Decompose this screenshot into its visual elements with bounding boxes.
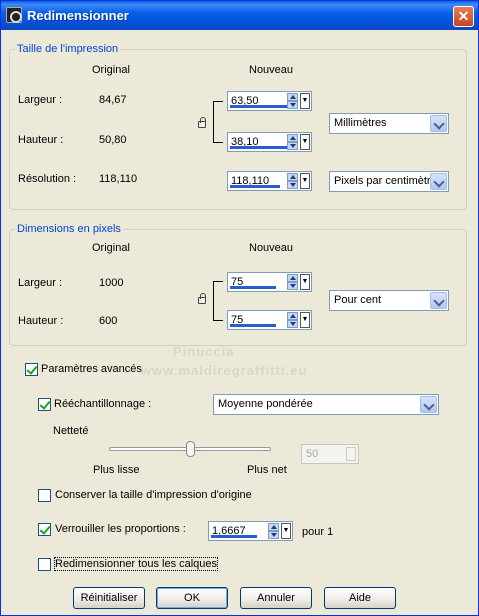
print-width-original: 84,67 (99, 94, 127, 106)
sharpness-slider-thumb[interactable] (185, 441, 195, 457)
ok-button[interactable]: OK (156, 587, 228, 609)
print-width-spinner[interactable]: 63,50 ▼ (227, 91, 312, 111)
lock-ratio-checkbox[interactable] (38, 523, 51, 536)
chevron-down-icon[interactable]: ▼ (300, 312, 310, 328)
print-link-bracket (213, 101, 223, 143)
resize-dialog: Redimensionner ✕ Taille de l'impression … (0, 0, 479, 616)
print-height-label: Hauteur : (18, 134, 64, 146)
watermark-line2: www.maldiregraffitti.eu (141, 363, 308, 378)
reset-button[interactable]: Réinitialiser (73, 587, 145, 609)
spinner-arrows-icon[interactable] (287, 134, 298, 150)
chevron-down-icon[interactable]: ▼ (300, 173, 310, 189)
print-height-spinner[interactable]: 38,10 ▼ (227, 132, 312, 152)
chevron-down-icon[interactable]: ▼ (281, 523, 291, 539)
chevron-down-icon[interactable]: ▼ (300, 274, 310, 290)
print-height-original: 50,80 (99, 134, 127, 146)
pixel-height-original: 600 (99, 315, 118, 327)
resolution-original: 118,110 (99, 173, 138, 185)
resolution-label: Résolution : (18, 173, 77, 185)
keep-print-size-checkbox[interactable] (38, 489, 51, 502)
watermark-line1: Pinuccia (173, 344, 235, 359)
resample-label[interactable]: Rééchantillonnage : (54, 398, 151, 410)
print-width-label: Largeur : (18, 94, 63, 106)
keep-print-size-label[interactable]: Conserver la taille d'impression d'origi… (55, 489, 252, 501)
spinner-arrows-icon[interactable] (287, 274, 298, 290)
close-button[interactable]: ✕ (453, 6, 474, 27)
spinner-arrows-icon[interactable] (287, 93, 298, 109)
sharpness-value: 50 (306, 448, 319, 460)
resolution-unit-select[interactable]: Pixels par centimètre (329, 171, 449, 192)
app-icon (6, 7, 22, 23)
pixel-unit-value: Pour cent (334, 294, 382, 306)
print-unit-value: Millimètres (334, 117, 387, 129)
spinner-arrows-icon[interactable] (287, 312, 298, 328)
sharpness-label: Netteté (53, 425, 89, 437)
pixel-width-spinner[interactable]: 75 ▼ (227, 272, 312, 292)
ratio-suffix: pour 1 (302, 526, 334, 538)
resize-all-layers-label[interactable]: Redimensionner tous les calques (53, 557, 219, 571)
resample-method-value: Moyenne pondérée (218, 398, 313, 410)
pixel-link-bracket (213, 281, 223, 321)
print-col-new: Nouveau (249, 64, 294, 76)
print-col-original: Original (92, 64, 130, 76)
chevron-down-icon[interactable] (430, 173, 447, 190)
spinner-arrows-icon[interactable] (287, 173, 298, 189)
ratio-spinner[interactable]: 1,6667 ▼ (208, 521, 293, 541)
lock-icon[interactable] (198, 293, 206, 304)
chevron-down-icon[interactable]: ▼ (300, 134, 310, 150)
pixel-unit-select[interactable]: Pour cent (329, 290, 449, 311)
chevron-down-icon[interactable] (420, 396, 437, 413)
chevron-down-icon[interactable] (430, 115, 447, 132)
cancel-button[interactable]: Annuler (240, 587, 312, 609)
pixel-width-original: 1000 (99, 277, 124, 289)
pixel-height-spinner[interactable]: 75 ▼ (227, 310, 312, 330)
pixel-height-label: Hauteur : (18, 315, 64, 327)
pixel-width-label: Largeur : (18, 277, 63, 289)
resample-checkbox[interactable] (38, 398, 51, 411)
title-bar: Redimensionner ✕ (1, 1, 478, 30)
resolution-unit-value: Pixels par centimètre (334, 175, 430, 187)
help-button[interactable]: Aide (324, 587, 396, 609)
chevron-down-icon[interactable]: ▼ (300, 93, 310, 109)
pixel-col-new: Nouveau (249, 242, 294, 254)
pixel-col-original: Original (92, 242, 130, 254)
slider-left-label: Plus lisse (93, 464, 140, 476)
resample-method-select[interactable]: Moyenne pondérée (213, 394, 439, 415)
spinner-arrows-icon[interactable] (268, 523, 279, 539)
slider-right-label: Plus net (247, 464, 287, 476)
spinner-arrows-icon (346, 447, 356, 461)
resolution-spinner[interactable]: 118,110 ▼ (227, 171, 312, 191)
lock-icon[interactable] (198, 117, 206, 128)
advanced-label[interactable]: Paramètres avancés (41, 363, 142, 375)
chevron-down-icon[interactable] (430, 292, 447, 309)
pixel-size-group-title: Dimensions en pixels (15, 223, 123, 235)
lock-ratio-label[interactable]: Verrouiller les proportions : (55, 523, 186, 535)
print-size-group-title: Taille de l'impression (15, 43, 121, 55)
window-title: Redimensionner (27, 8, 129, 23)
sharpness-spinner[interactable]: 50 (301, 444, 359, 464)
advanced-checkbox[interactable] (25, 363, 38, 376)
print-unit-select[interactable]: Millimètres (329, 113, 449, 134)
resize-all-layers-checkbox[interactable] (38, 558, 51, 571)
